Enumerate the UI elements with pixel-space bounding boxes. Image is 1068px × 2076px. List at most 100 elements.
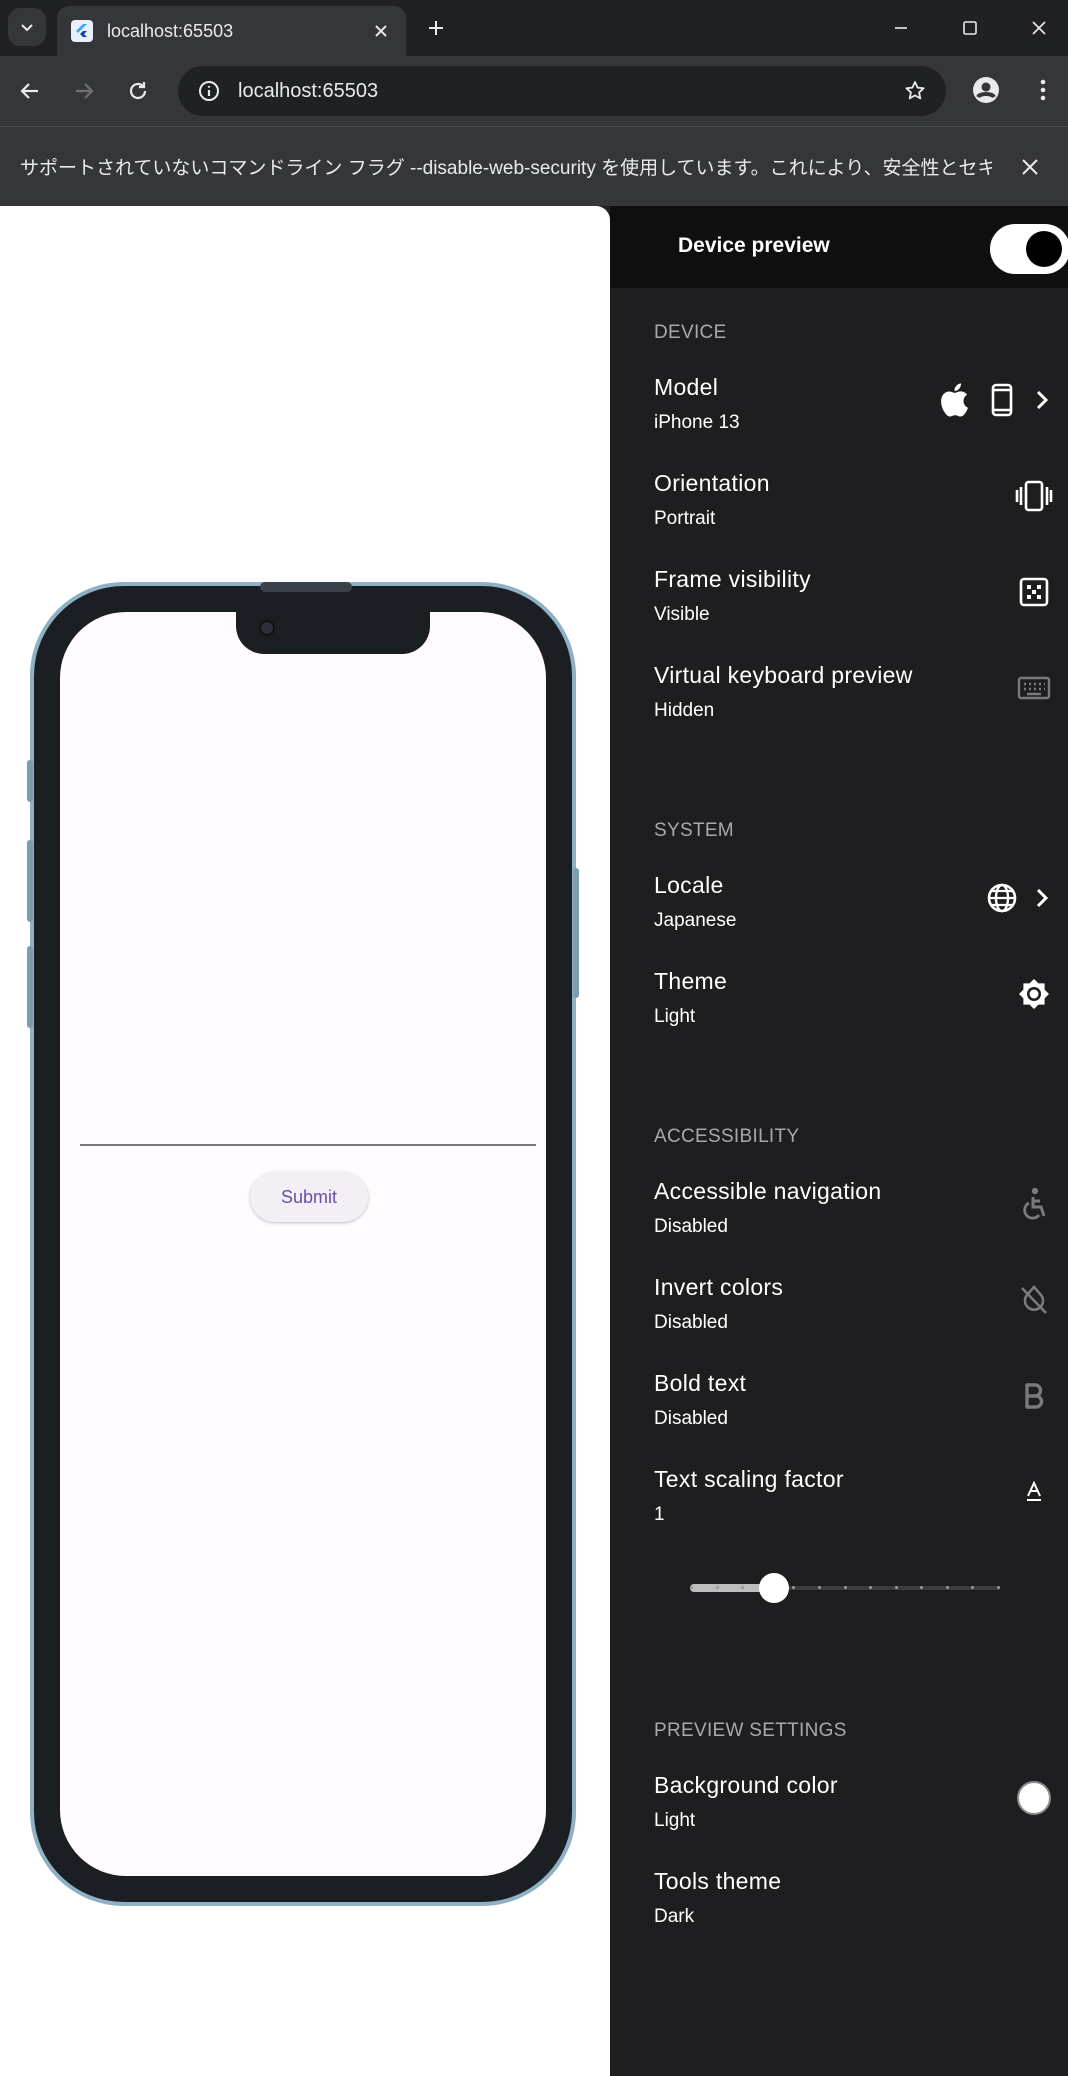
text-format-icon: [1014, 1472, 1054, 1512]
slider-thumb[interactable]: [758, 1573, 789, 1603]
slider-tick: [715, 1586, 719, 1589]
section-device: DEVICE: [654, 322, 727, 343]
arrow-forward-icon: [76, 83, 94, 99]
address-bar[interactable]: localhost:65503: [178, 66, 946, 116]
phone-notch: [236, 612, 430, 654]
bold-text-setting[interactable]: Bold text Disabled: [654, 1370, 1054, 1450]
frame-visibility-label: Frame visibility: [654, 566, 811, 592]
maximize-icon: [963, 21, 977, 35]
locale-value: Japanese: [654, 910, 737, 931]
bold-text-value: Disabled: [654, 1408, 728, 1429]
volume-up-button: [27, 840, 33, 922]
reload-icon: [129, 82, 147, 100]
text-scaling-value: 1: [654, 1504, 665, 1525]
tab-search-button[interactable]: [8, 8, 46, 46]
mute-switch: [27, 760, 33, 802]
frame-visibility-setting[interactable]: Frame visibility Visible: [654, 566, 1054, 646]
accessible-navigation-setting[interactable]: Accessible navigation Disabled: [654, 1178, 1054, 1258]
device-preview-toggle[interactable]: [990, 224, 1068, 274]
model-value: iPhone 13: [654, 412, 740, 433]
tools-theme-label: Tools theme: [654, 1868, 782, 1894]
keyboard-preview-value: Hidden: [654, 700, 715, 721]
forward-button[interactable]: [64, 71, 104, 111]
tab-close-icon[interactable]: [370, 20, 392, 42]
theme-value: Light: [654, 1006, 696, 1027]
close-icon: [1032, 21, 1046, 35]
invert-colors-value: Disabled: [654, 1312, 728, 1333]
background-color-value: Light: [654, 1810, 696, 1831]
back-button[interactable]: [10, 71, 50, 111]
new-tab-button[interactable]: [420, 12, 452, 44]
background-color-setting[interactable]: Background color Light: [654, 1772, 1054, 1852]
tab-title: localhost:65503: [107, 20, 234, 41]
phone-icon: [982, 380, 1022, 420]
invert-colors-setting[interactable]: Invert colors Disabled: [654, 1274, 1054, 1354]
chevron-down-icon: [21, 24, 33, 32]
minimize-icon: [895, 27, 907, 29]
slider-tick: [945, 1586, 949, 1589]
panel-header: Device preview: [610, 206, 1068, 288]
slider-tick: [690, 1586, 693, 1589]
globe-icon: [982, 878, 1022, 918]
model-setting[interactable]: Model iPhone 13: [654, 374, 1054, 454]
locale-label: Locale: [654, 872, 724, 898]
flutter-icon: [71, 20, 93, 42]
accessible-navigation-label: Accessible navigation: [654, 1178, 882, 1204]
section-accessibility: ACCESSIBILITY: [654, 1126, 800, 1147]
power-button: [573, 868, 579, 998]
theme-setting[interactable]: Theme Light: [654, 968, 1054, 1048]
orientation-value: Portrait: [654, 508, 716, 529]
frame-icon: [1014, 572, 1054, 612]
tools-theme-setting[interactable]: Tools theme Dark: [654, 1868, 1054, 1948]
site-info-icon[interactable]: [194, 76, 224, 106]
arrow-back-icon: [20, 83, 38, 99]
orientation-setting[interactable]: Orientation Portrait: [654, 470, 1054, 550]
camera-icon: [259, 620, 275, 636]
chevron-right-icon: [1030, 380, 1054, 420]
orientation-label: Orientation: [654, 470, 770, 496]
maximize-button[interactable]: [950, 8, 990, 48]
background-color-label: Background color: [654, 1772, 838, 1798]
submit-button[interactable]: Submit: [250, 1172, 368, 1222]
infobar-message: サポートされていないコマンドライン フラグ --disable-web-secu…: [20, 158, 992, 179]
model-label: Model: [654, 374, 719, 400]
tools-theme-value: Dark: [654, 1906, 695, 1927]
phone-speaker: [260, 582, 352, 592]
section-system: SYSTEM: [654, 820, 734, 841]
bookmark-star-icon[interactable]: [900, 76, 930, 106]
slider-tick: [997, 1586, 1000, 1589]
chevron-right-icon: [1030, 878, 1054, 918]
invert-colors-off-icon: [1014, 1280, 1054, 1320]
infobar-close-icon[interactable]: [1012, 149, 1048, 185]
slider-tick: [843, 1586, 847, 1589]
section-preview-settings: PREVIEW SETTINGS: [654, 1720, 847, 1741]
close-window-button[interactable]: [1019, 8, 1059, 48]
invert-colors-label: Invert colors: [654, 1274, 784, 1300]
phone-screen: Submit: [60, 612, 546, 1876]
keyboard-preview-setting[interactable]: Virtual keyboard preview Hidden: [654, 662, 1054, 742]
url-text[interactable]: localhost:65503: [238, 80, 900, 103]
text-input-field[interactable]: [80, 1144, 536, 1146]
text-scaling-label: Text scaling factor: [654, 1466, 844, 1492]
color-swatch: [1014, 1778, 1054, 1818]
minimize-button[interactable]: [881, 8, 921, 48]
accessibility-icon: [1014, 1184, 1054, 1224]
browser-toolbar: localhost:65503: [0, 56, 1068, 126]
keyboard-preview-label: Virtual keyboard preview: [654, 662, 913, 688]
toggle-knob: [1026, 231, 1062, 267]
reload-button[interactable]: [118, 71, 158, 111]
panel-title: Device preview: [678, 234, 830, 257]
plus-icon: [429, 21, 443, 35]
frame-visibility-value: Visible: [654, 604, 710, 625]
locale-setting[interactable]: Locale Japanese: [654, 872, 1054, 952]
warning-infobar: サポートされていないコマンドライン フラグ --disable-web-secu…: [0, 126, 1068, 206]
bold-text-label: Bold text: [654, 1370, 747, 1396]
browser-menu-icon[interactable]: [1028, 72, 1058, 108]
profile-avatar-icon[interactable]: [968, 72, 1004, 108]
browser-tab[interactable]: localhost:65503: [57, 6, 406, 56]
apple-icon: [934, 380, 974, 420]
text-scaling-setting: Text scaling factor 1: [654, 1466, 1054, 1546]
text-scaling-slider[interactable]: [690, 1568, 1000, 1608]
slider-tick: [894, 1586, 898, 1589]
theme-label: Theme: [654, 968, 728, 994]
